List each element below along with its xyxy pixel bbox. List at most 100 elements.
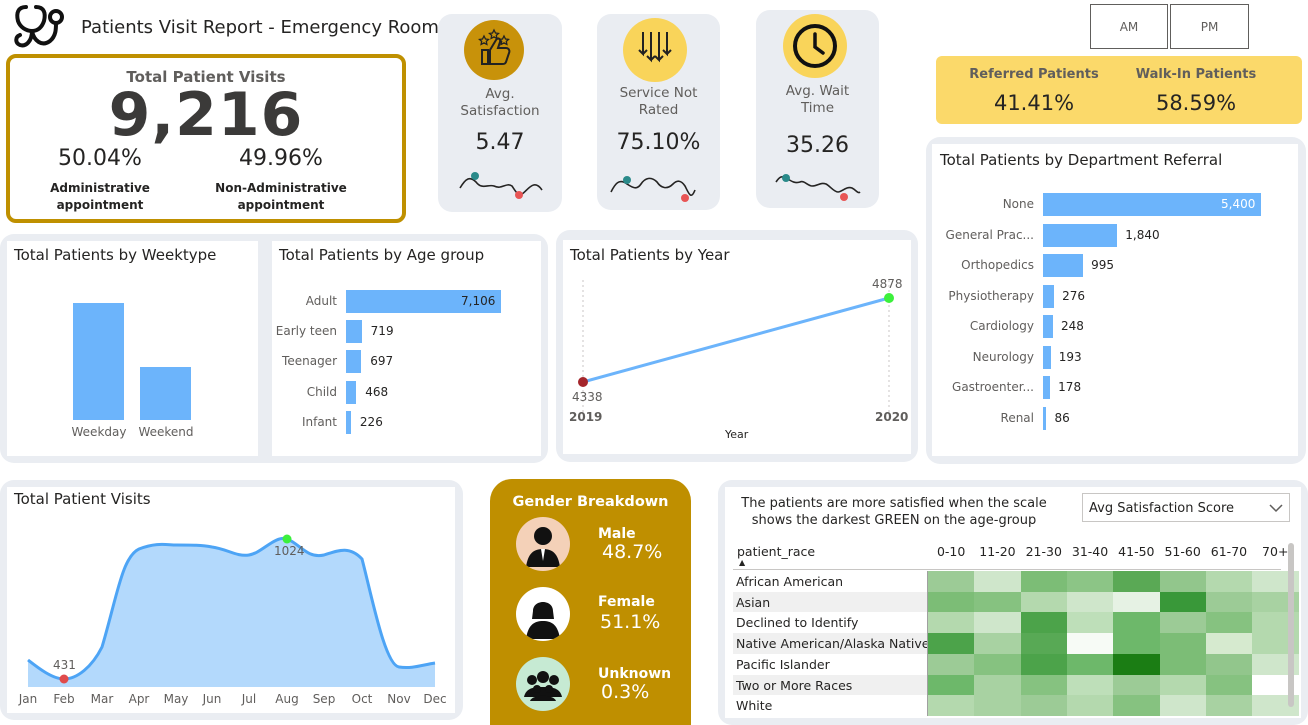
kpi-sparkline: [459, 172, 543, 199]
down-arrows-icon: [623, 18, 687, 82]
dept-bar[interactable]: [1043, 315, 1053, 338]
heatmap-card: The patients are more satisfied when the…: [718, 480, 1308, 725]
heatmap-cell[interactable]: [1113, 591, 1160, 613]
heatmap-cell[interactable]: [1205, 571, 1253, 593]
age-category-label: Adult: [305, 294, 337, 308]
dept-value-label: 86: [1054, 410, 1070, 425]
dept-bar[interactable]: [1043, 254, 1084, 277]
total-visits-value: 9,216: [108, 80, 304, 150]
weekend-label: Weekend: [138, 425, 194, 439]
heatmap-cell[interactable]: [974, 612, 1022, 634]
heatmap-cell[interactable]: [1159, 591, 1207, 613]
year-end-point: [884, 293, 894, 303]
admin-label-line2: appointment: [56, 198, 144, 212]
month-tick-label: Jul: [241, 692, 257, 706]
heatmap-cell[interactable]: [1020, 674, 1068, 696]
heatmap-row-header[interactable]: patient_race: [737, 544, 815, 559]
heatmap-cell[interactable]: [928, 571, 975, 593]
heatmap-cell[interactable]: [974, 591, 1022, 613]
dept-value-label: 1,840: [1125, 227, 1160, 242]
month-tick-label: Aug: [275, 692, 299, 706]
heatmap-cell[interactable]: [1113, 571, 1160, 593]
heatmap-cell[interactable]: [1066, 591, 1114, 613]
heatmap-cell[interactable]: [1159, 653, 1207, 675]
heatmap-cell[interactable]: [1205, 612, 1253, 634]
heatmap-cell[interactable]: [1066, 612, 1114, 634]
heatmap-cell[interactable]: [1020, 695, 1068, 717]
measure-dropdown[interactable]: Avg Satisfaction Score: [1082, 493, 1290, 522]
heatmap-cell[interactable]: [974, 633, 1022, 655]
male-user-icon: [516, 517, 570, 571]
dept-bar[interactable]: [1043, 406, 1047, 430]
nonadmin-label-line1: Non-Administrative: [215, 181, 347, 195]
heatmap-panel: The patients are more satisfied when the…: [725, 487, 1301, 718]
month-tick-label: May: [163, 692, 189, 706]
heatmap-cell[interactable]: [1205, 633, 1253, 655]
heatmap-cell[interactable]: [1020, 653, 1068, 675]
dept-bar[interactable]: [1043, 376, 1051, 399]
dept-category-label: Neurology: [972, 349, 1034, 364]
month-tick-label: Apr: [128, 692, 150, 706]
month-tick-label: Sep: [312, 692, 336, 706]
age-bar[interactable]: [346, 320, 362, 344]
heatmap-cell[interactable]: [974, 695, 1022, 717]
kpi-value: 5.47: [475, 130, 525, 155]
age-bar[interactable]: [346, 410, 351, 434]
sort-ascending-icon[interactable]: ▲: [739, 558, 745, 567]
heatmap-cell[interactable]: [1020, 633, 1068, 655]
walkin-value: 58.59%: [1155, 91, 1237, 115]
heatmap-cell[interactable]: [974, 674, 1022, 696]
heatmap-cell[interactable]: [1205, 695, 1253, 717]
heatmap-cell[interactable]: [928, 591, 975, 613]
chevron-down-icon: [1269, 504, 1283, 513]
heatmap-cell[interactable]: [1113, 653, 1160, 675]
heatmap-row-label: Two or More Races: [736, 677, 853, 693]
dept-category-label: Physiotherapy: [948, 288, 1034, 303]
heatmap-cell[interactable]: [1020, 591, 1068, 613]
dept-value-label: 178: [1058, 380, 1082, 394]
heatmap-cell[interactable]: [1066, 633, 1114, 655]
referral-card: Referred Patients 41.41% Walk-In Patient…: [936, 56, 1302, 124]
heatmap-cell[interactable]: [1159, 633, 1207, 655]
heatmap-cell[interactable]: [1066, 695, 1114, 717]
heatmap-cell[interactable]: [1159, 612, 1207, 634]
kpi-value: 75.10%: [616, 130, 701, 155]
heatmap-cell[interactable]: [1113, 674, 1160, 696]
heatmap-cell[interactable]: [974, 653, 1022, 675]
heatmap-cell[interactable]: [974, 571, 1022, 593]
age-bar[interactable]: [346, 380, 357, 404]
heatmap-cell[interactable]: [1020, 612, 1068, 634]
heatmap-cell[interactable]: [1159, 571, 1207, 593]
heatmap-cell[interactable]: [1205, 674, 1253, 696]
monthly-max-label: 1024: [274, 544, 305, 558]
heatmap-cell[interactable]: [1159, 695, 1207, 717]
heatmap-cell[interactable]: [1066, 653, 1114, 675]
monthly-min-label: 431: [53, 658, 76, 672]
referred-label: Referred Patients: [969, 67, 1099, 82]
heatmap-cell[interactable]: [1205, 653, 1253, 675]
heatmap-cell[interactable]: [928, 612, 975, 634]
heatmap-cell[interactable]: [928, 695, 975, 717]
pm-button[interactable]: PM: [1170, 4, 1249, 49]
dept-category-label: Orthopedics: [961, 258, 1034, 272]
heatmap-cell[interactable]: [1205, 591, 1253, 613]
heatmap-cell[interactable]: [1020, 571, 1068, 593]
heatmap-cell[interactable]: [1159, 674, 1207, 696]
dept-bar[interactable]: [1043, 284, 1055, 308]
vertical-scrollbar[interactable]: [1288, 543, 1294, 707]
dept-bar[interactable]: [1043, 345, 1051, 369]
heatmap-cell[interactable]: [928, 653, 975, 675]
heatmap-cell[interactable]: [928, 633, 975, 655]
age-bar[interactable]: [346, 350, 362, 374]
heatmap-cell[interactable]: [1113, 695, 1160, 717]
heatmap-cell[interactable]: [1113, 612, 1160, 634]
am-button[interactable]: AM: [1090, 4, 1168, 49]
heatmap-cell[interactable]: [1066, 571, 1114, 593]
heatmap-cell[interactable]: [1066, 674, 1114, 696]
monthly-min-point: [59, 674, 69, 684]
walkin-label: Walk-In Patients: [1135, 67, 1257, 82]
admin-label-line1: Administrative: [50, 181, 150, 195]
heatmap-cell[interactable]: [1113, 633, 1160, 655]
dept-bar[interactable]: [1043, 223, 1118, 247]
heatmap-cell[interactable]: [928, 674, 975, 696]
